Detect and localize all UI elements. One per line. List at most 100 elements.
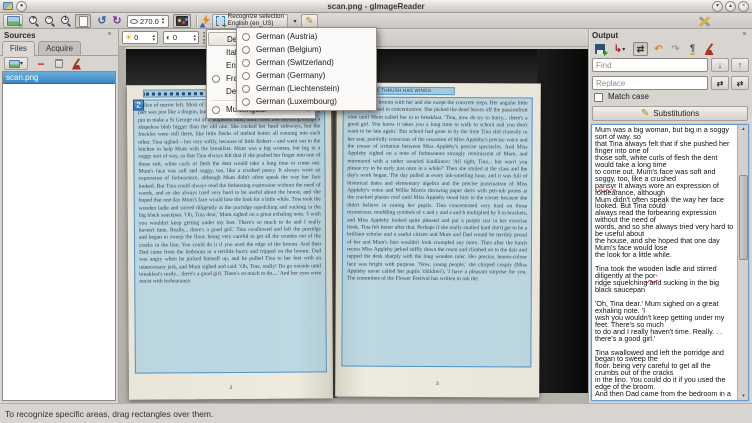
save-output-button[interactable] <box>592 42 607 56</box>
zoom-original-icon: 1 <box>60 15 72 27</box>
output-text: Mum was a big woman, but big in a soggy … <box>595 127 736 398</box>
submenu-item-german-belgium[interactable]: German (Belgium) <box>238 43 375 56</box>
undo-button[interactable]: ↶ <box>651 42 666 56</box>
misspelled-word: por- <box>645 271 658 280</box>
rotate-right-button[interactable]: ↻ <box>110 14 124 28</box>
book-left-page: 2 a slice of mirror left. Most of it was… <box>127 84 333 399</box>
paragraph-icon: ¶ <box>690 43 695 55</box>
right-page-number: 3 <box>335 380 539 387</box>
right-splitter[interactable] <box>588 29 589 403</box>
arrow-up-icon: ↑ <box>738 60 743 70</box>
save-icon <box>595 44 605 54</box>
rotation-spin-arrows[interactable]: ▴▾ <box>162 17 165 25</box>
submenu-item-german-germany[interactable]: German (Germany) <box>238 69 375 82</box>
image-controls-button[interactable] <box>173 14 191 28</box>
settings-button[interactable] <box>696 14 713 28</box>
submenu-item-german-switzerland[interactable]: German (Switzerland) <box>238 56 375 69</box>
substitutions-button[interactable]: ✎ Substitutions <box>592 106 748 121</box>
ocr-region-right[interactable]: 4 Tina took the broom with her and she s… <box>341 96 532 367</box>
brightness-spin-arrows[interactable]: ▴▾ <box>152 34 155 42</box>
recognize-language-label: English (en_US) <box>228 20 274 27</box>
output-scrollbar[interactable]: ▴ ▾ <box>737 125 748 400</box>
zoom-out-icon: − <box>44 15 56 27</box>
insert-mode-button[interactable]: ↳ ▾ <box>609 42 630 56</box>
clear-output-button[interactable] <box>702 42 717 56</box>
find-prev-button[interactable]: ↑ <box>731 58 749 72</box>
replace-icon: ⇄ <box>717 79 724 88</box>
match-case-label: Match case <box>608 92 649 101</box>
photo-dark-background-right <box>537 49 589 393</box>
image-controls-icon <box>176 16 188 26</box>
submenu-item-german-austria[interactable]: German (Austria) <box>238 30 375 43</box>
file-item-scan-png[interactable]: scan.png <box>3 72 115 84</box>
recognize-icon <box>200 15 213 28</box>
find-next-button[interactable]: ↓ <box>711 58 729 72</box>
controls-drag-handle[interactable] <box>203 32 205 44</box>
best-fit-button[interactable] <box>75 14 91 28</box>
find-input[interactable] <box>592 58 708 72</box>
redo-icon: ↷ <box>671 44 679 55</box>
maximize-icon[interactable]: ▴ <box>725 1 736 12</box>
tab-files[interactable]: Files <box>2 41 35 56</box>
brightness-spinbox[interactable]: ☀ 0 ▴▾ <box>122 31 158 44</box>
remove-image-button[interactable]: − <box>34 57 48 70</box>
open-image-button[interactable]: + <box>3 14 23 28</box>
replace-input[interactable] <box>592 76 708 90</box>
selection-icon <box>216 16 225 26</box>
language-submenu: German (Austria) German (Belgium) German (… <box>236 27 377 111</box>
tab-acquire[interactable]: Acquire <box>38 41 81 55</box>
submenu-item-label: German (Switzerland) <box>256 58 371 67</box>
titlebar: ● scan.png - gImageReader ▾ ▴ × <box>0 0 752 13</box>
add-images-button[interactable]: ▾ <box>4 57 28 70</box>
rotation-spinbox[interactable]: 270.0 ▴▾ <box>127 15 169 28</box>
zoom-out-button[interactable]: − <box>43 14 57 28</box>
submenu-item-label: German (Belgium) <box>256 45 371 54</box>
insert-mode-icon: ↳ <box>614 44 622 55</box>
settings-tools-icon <box>697 15 712 28</box>
find-replace-button[interactable]: ⇄ <box>633 42 648 56</box>
submenu-item-german-luxembourg[interactable]: German (Luxembourg) <box>238 95 375 108</box>
book-right-page: WHEN THE THRUSH HAS WINGS 4 Tina took th… <box>335 82 541 397</box>
output-textarea[interactable]: Mum was a big woman, but big in a soggy … <box>591 124 749 401</box>
status-message: To recognize specific areas, drag rectan… <box>5 409 213 419</box>
minimize-icon[interactable]: ▾ <box>712 1 723 12</box>
redo-button[interactable]: ↷ <box>668 42 683 56</box>
zoom-original-button[interactable]: 1 <box>59 14 73 28</box>
zoom-in-button[interactable]: + <box>27 14 41 28</box>
output-panel-title: Output <box>592 31 618 40</box>
delete-image-button[interactable] <box>52 57 66 70</box>
rotation-value: 270.0 <box>140 17 159 26</box>
brightness-value: 0 <box>134 33 149 42</box>
scrollbar-thumb[interactable] <box>739 175 748 260</box>
edit-pen-icon: ✎ <box>641 108 649 119</box>
left-page-number: 2 <box>129 384 333 391</box>
ocr-region-left[interactable]: 2 a slice of mirror left. Most of it was… <box>133 98 327 373</box>
best-fit-icon <box>79 16 88 27</box>
scroll-up-icon[interactable]: ▴ <box>739 125 748 133</box>
recognize-dropdown-button[interactable]: ▾ <box>291 14 299 28</box>
undo-icon: ↶ <box>654 44 662 55</box>
chevron-down-icon: ▾ <box>622 46 625 53</box>
contrast-spin-arrows[interactable]: ▴▾ <box>193 34 196 42</box>
submenu-item-german-liechtenstein[interactable]: German (Liechtenstein) <box>238 82 375 95</box>
add-image-icon <box>9 60 20 68</box>
rotate-left-button[interactable]: ↺ <box>95 14 109 28</box>
match-case-checkbox[interactable] <box>594 93 603 102</box>
close-icon[interactable]: × <box>738 1 749 12</box>
recognize-button[interactable] <box>199 14 213 28</box>
submenu-item-label: German (Luxembourg) <box>256 97 371 106</box>
contrast-spinbox[interactable]: ◐ 0 ▴▾ <box>163 31 199 44</box>
submenu-item-label: German (Germany) <box>256 71 371 80</box>
clear-images-button[interactable] <box>70 57 84 70</box>
chevron-down-icon: ▾ <box>20 60 23 67</box>
radio-icon <box>242 33 250 41</box>
replace-button[interactable]: ⇄ <box>711 76 729 90</box>
strip-linebreaks-button[interactable]: ¶ <box>685 42 700 56</box>
toggle-output-pane-button[interactable]: ✎ <box>301 14 318 28</box>
output-close-icon[interactable]: × <box>740 30 749 39</box>
source-file-list[interactable]: scan.png <box>2 71 116 401</box>
replace-all-button[interactable]: ⇄ <box>731 76 749 90</box>
sources-close-icon[interactable]: × <box>105 30 114 39</box>
scroll-down-icon[interactable]: ▾ <box>739 392 748 400</box>
status-bar: To recognize specific areas, drag rectan… <box>0 403 752 423</box>
